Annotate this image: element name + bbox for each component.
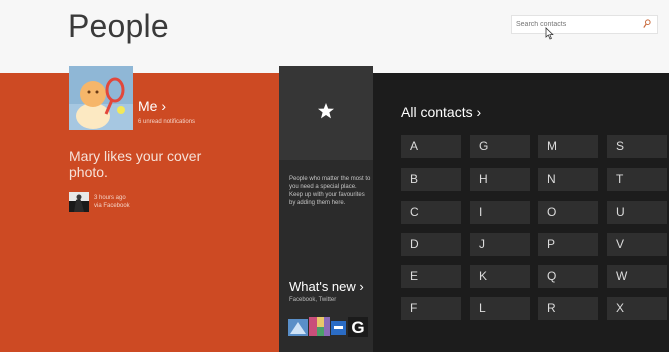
notification-text[interactable]: Mary likes your cover photo. [69,148,239,180]
connected-app-icons[interactable]: G [288,316,372,337]
letter-tile-r[interactable]: R [538,297,598,320]
me-notification-count: 6 unread notifications [138,119,196,125]
letter-tile-e[interactable]: E [401,265,461,288]
letter-tile-l[interactable]: L [470,297,530,320]
letter-tile-g[interactable]: G [470,135,530,158]
all-contacts-link[interactable]: All contacts › [401,104,481,120]
letter-tile-t[interactable]: T [607,168,667,191]
search-icon[interactable] [643,19,651,29]
avatar[interactable] [69,66,133,130]
letter-tile-f[interactable]: F [401,297,461,320]
whats-new-sources: Facebook, Twitter [289,297,337,303]
letter-tile-q[interactable]: Q [538,265,598,288]
letter-tile-n[interactable]: N [538,168,598,191]
notification-photo[interactable] [69,192,89,212]
star-icon [318,103,334,119]
favorites-description: People who matter the most to you need a… [289,176,371,206]
letter-tile-m[interactable]: M [538,135,598,158]
letter-tile-b[interactable]: B [401,168,461,191]
mouse-cursor-icon [545,27,554,40]
notification-time: 3 hours ago via Facebook [94,194,130,210]
header: People [0,0,669,73]
letter-tile-o[interactable]: O [538,201,598,224]
photo-app-icon [288,319,308,336]
letter-tile-c[interactable]: C [401,201,461,224]
notification-timestamp: 3 hours ago [94,195,126,201]
svg-text:G: G [351,318,364,337]
letter-tile-a[interactable]: A [401,135,461,158]
search-input[interactable] [514,16,638,33]
letter-tile-u[interactable]: U [607,201,667,224]
add-favorite-tile[interactable] [279,66,373,160]
whats-new-link[interactable]: What's new › [289,279,364,294]
search-box[interactable] [511,15,658,34]
letter-tile-x[interactable]: X [607,297,667,320]
letter-tile-s[interactable]: S [607,135,667,158]
letter-tile-w[interactable]: W [607,265,667,288]
letter-tile-p[interactable]: P [538,233,598,256]
google-app-icon: G [348,317,368,337]
me-link[interactable]: Me › [138,98,166,114]
letter-tile-v[interactable]: V [607,233,667,256]
notification-source: via Facebook [94,203,130,209]
page-title: People [68,8,169,44]
me-panel [0,73,279,352]
letter-tile-k[interactable]: K [470,265,530,288]
collage-app-icon [309,317,330,336]
letter-tile-h[interactable]: H [470,168,530,191]
mail-app-icon [331,321,346,335]
letter-tile-i[interactable]: I [470,201,530,224]
letter-tile-j[interactable]: J [470,233,530,256]
letter-tile-d[interactable]: D [401,233,461,256]
